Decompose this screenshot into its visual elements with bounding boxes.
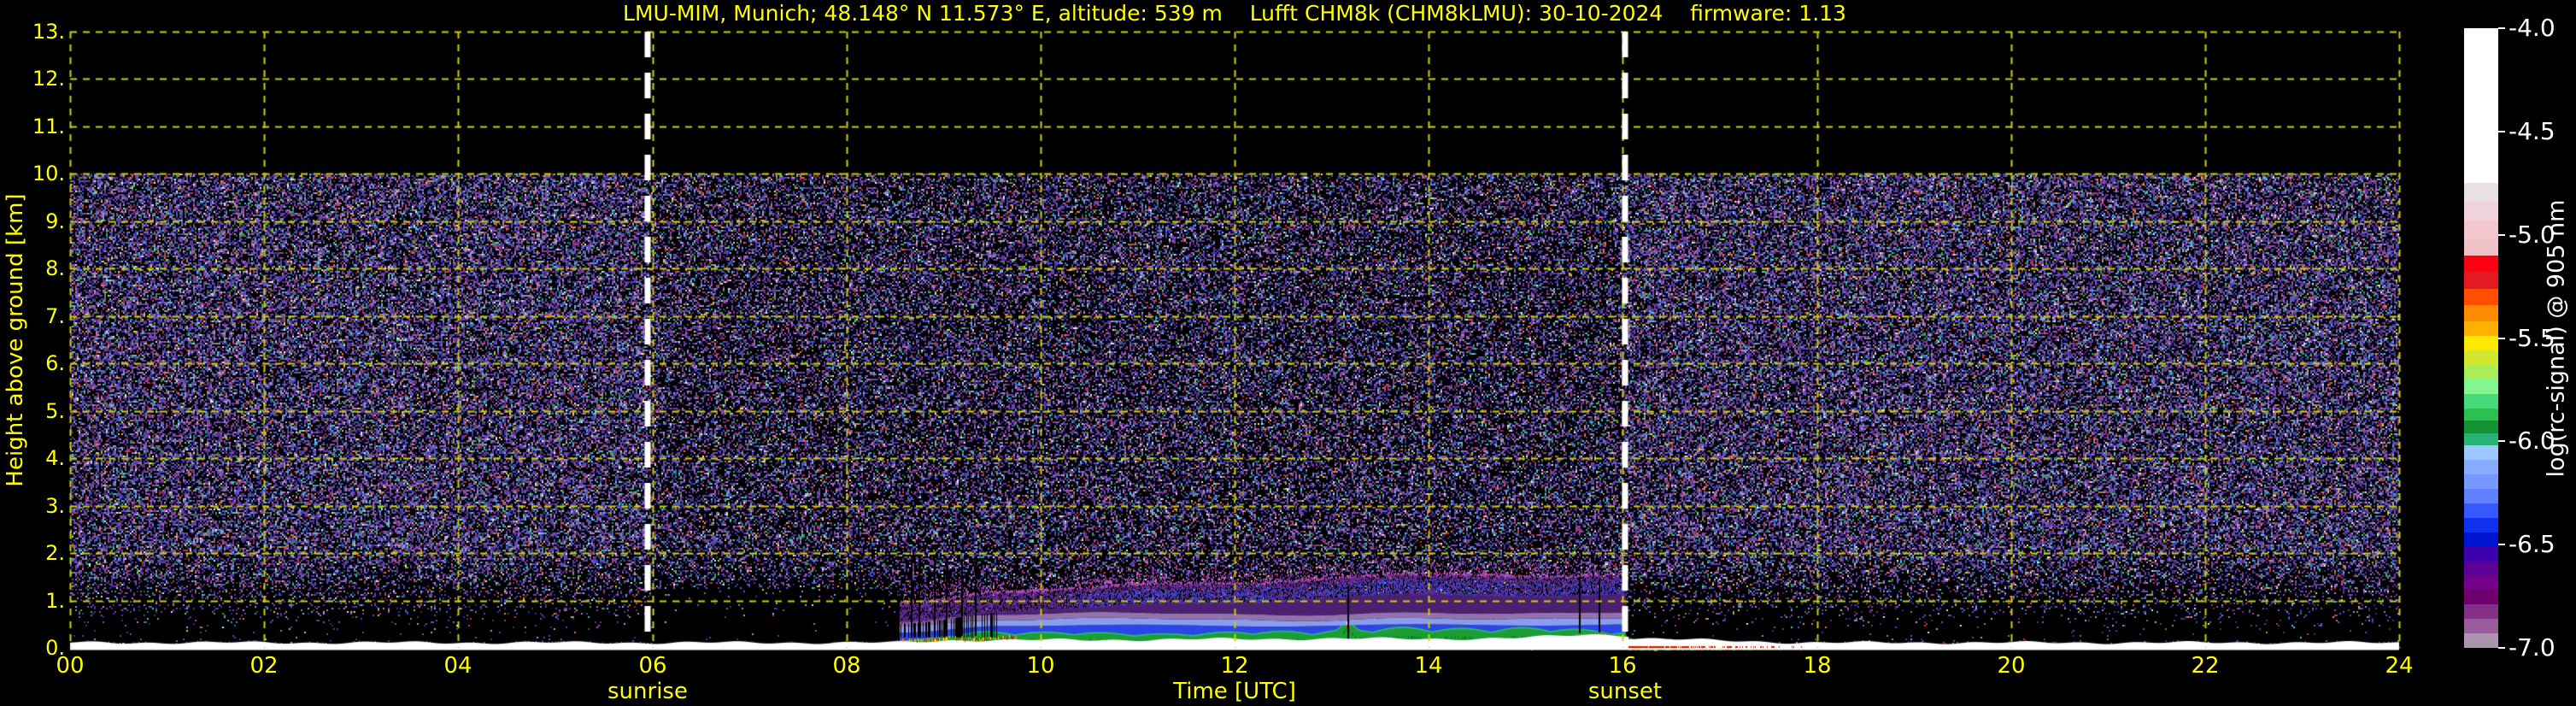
x-tick-label: 00 [56,653,85,679]
x-tick-label: 10 [1026,653,1055,679]
colorbar-band [2464,379,2498,395]
colorbar-band [2464,561,2498,576]
y-tick-label: 12. [32,67,65,91]
colorbar-tick-label: -6.5 [2509,530,2555,558]
y-tick-label: 4. [45,446,65,470]
colorbar-axis-label: log(rc-signal) @ 905 nm [2543,199,2570,478]
colorbar-band [2464,288,2498,306]
x-tick-label: 06 [638,653,667,679]
y-tick-label: 1. [45,589,65,613]
x-tick-label: 02 [249,653,279,679]
y-tick-label: 7. [45,304,65,328]
x-tick-label: 22 [2191,653,2220,679]
colorbar-band [2464,28,2498,184]
colorbar-band [2464,619,2498,634]
colorbar-band [2464,421,2498,434]
x-tick-label: 16 [1608,653,1637,679]
colorbar-band [2464,532,2498,548]
colorbar-tick-mark [2498,544,2505,545]
colorbar-band [2464,272,2498,289]
y-tick-label: 9. [45,209,65,233]
colorbar-band [2464,255,2498,273]
colorbar-tick-mark [2498,27,2505,29]
colorbar-band [2464,393,2498,409]
colorbar-tick-mark [2498,338,2505,339]
colorbar-band [2464,503,2498,519]
colorbar-band [2464,408,2498,421]
colorbar-band [2464,350,2498,366]
colorbar-band [2464,517,2498,533]
colorbar-band [2464,488,2498,504]
x-tick-label: 08 [832,653,861,679]
colorbar-band [2464,633,2498,649]
colorbar-band [2464,474,2498,490]
colorbar-band [2464,304,2498,322]
colorbar-tick-label: -4.0 [2509,14,2555,42]
colorbar-band [2464,321,2498,337]
colorbar-band [2464,364,2498,380]
y-axis-label: Height above ground [km] [3,193,28,487]
x-tick-label: 14 [1414,653,1443,679]
sunrise-annotation: sunrise [607,679,688,704]
colorbar-band [2464,220,2498,239]
colorbar-tick-label: -4.5 [2509,117,2555,145]
colorbar-tick-mark [2498,647,2505,649]
x-tick-label: 04 [443,653,472,679]
y-tick-label: 5. [45,399,65,423]
colorbar-band [2464,445,2498,461]
colorbar-tick-mark [2498,440,2505,442]
colorbar-tick-mark [2498,234,2505,236]
colorbar-band [2464,575,2498,591]
y-tick-label: 2. [45,541,65,565]
colorbar-band [2464,604,2498,620]
y-tick-label: 6. [45,351,65,375]
y-tick-label: 10. [32,162,65,185]
colorbar-tick-label: -7.0 [2509,633,2555,662]
heatmap-canvas [0,0,2576,706]
y-tick-label: 13. [32,20,65,44]
y-tick-label: 3. [45,494,65,518]
x-tick-label: 20 [1997,653,2026,679]
colorbar-band [2464,546,2498,562]
colorbar-band [2464,238,2498,256]
colorbar-band [2464,202,2498,221]
x-tick-label: 24 [2385,653,2414,679]
x-tick-label: 18 [1803,653,1832,679]
colorbar-band [2464,183,2498,203]
colorbar-band [2464,336,2498,351]
colorbar-band [2464,590,2498,605]
colorbar-band [2464,460,2498,475]
ceilometer-quicklook-window: LMU-MIM, Munich; 48.148° N 11.573° E, al… [0,0,2576,706]
sunset-annotation: sunset [1587,679,1663,704]
page-title: LMU-MIM, Munich; 48.148° N 11.573° E, al… [623,1,1846,26]
y-tick-label: 11. [32,115,65,138]
x-tick-label: 12 [1220,653,1249,679]
y-tick-label: 8. [45,256,65,280]
colorbar-tick-mark [2498,131,2505,132]
colorbar [2464,28,2498,649]
x-axis-label: Time [UTC] [1173,679,1296,704]
colorbar-band [2464,432,2498,446]
